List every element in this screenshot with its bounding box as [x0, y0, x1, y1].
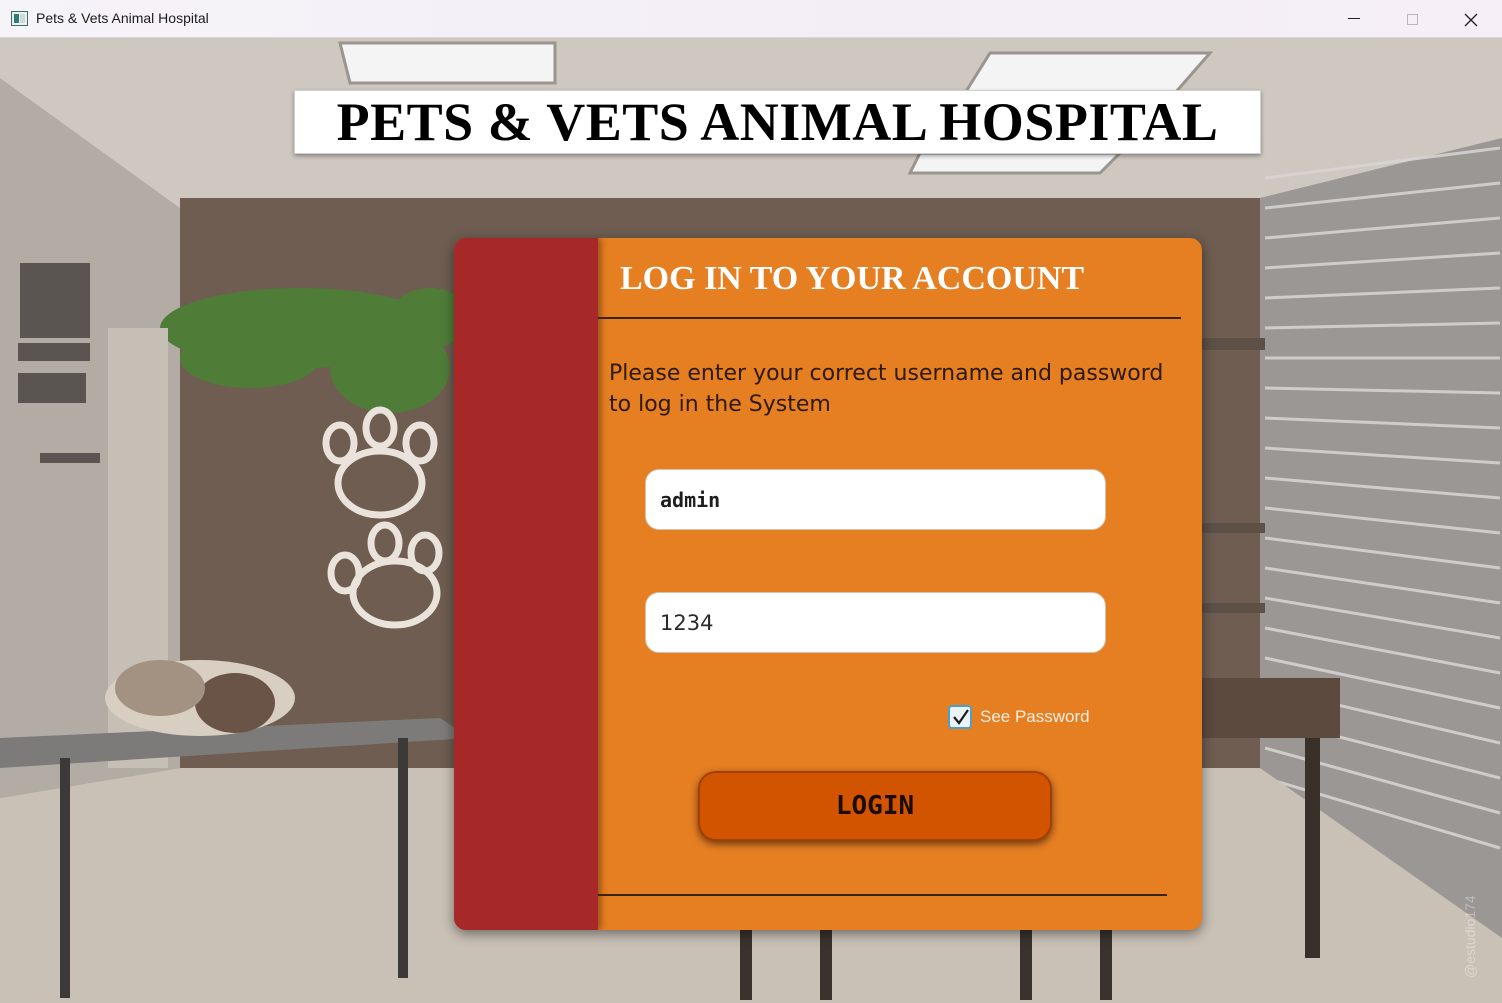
photo-watermark: @estudio174	[1462, 895, 1478, 978]
hospital-title-banner: PETS & VETS ANIMAL HOSPITAL	[294, 90, 1261, 154]
bottom-divider	[598, 894, 1167, 896]
app-icon	[11, 11, 28, 26]
see-password-checkbox[interactable]	[948, 705, 972, 729]
see-password-toggle[interactable]: See Password	[948, 705, 1090, 729]
close-icon	[1464, 13, 1478, 27]
password-field[interactable]: 1234	[645, 592, 1106, 653]
login-heading: LOG IN TO YOUR ACCOUNT	[620, 260, 1085, 297]
see-password-label: See Password	[980, 707, 1090, 726]
hospital-title: PETS & VETS ANIMAL HOSPITAL	[336, 92, 1219, 152]
card-side-stripe	[454, 238, 598, 930]
minimize-button[interactable]	[1326, 0, 1384, 38]
close-button[interactable]	[1442, 0, 1500, 38]
window-title: Pets & Vets Animal Hospital	[36, 10, 209, 26]
username-field[interactable]: admin	[645, 469, 1106, 530]
maximize-icon	[1407, 14, 1418, 25]
checkmark-icon	[953, 709, 969, 725]
login-button[interactable]: LOGIN	[698, 771, 1052, 841]
username-value: admin	[660, 487, 721, 512]
password-value: 1234	[660, 610, 714, 635]
login-card: LOG IN TO YOUR ACCOUNT Please enter your…	[454, 238, 1202, 930]
login-button-label: LOGIN	[835, 791, 915, 821]
login-instructions: Please enter your correct username and p…	[609, 361, 1164, 417]
heading-divider	[598, 317, 1181, 319]
minimize-icon	[1348, 18, 1360, 19]
maximize-button[interactable]	[1384, 0, 1442, 38]
window-titlebar: Pets & Vets Animal Hospital	[0, 0, 1502, 38]
